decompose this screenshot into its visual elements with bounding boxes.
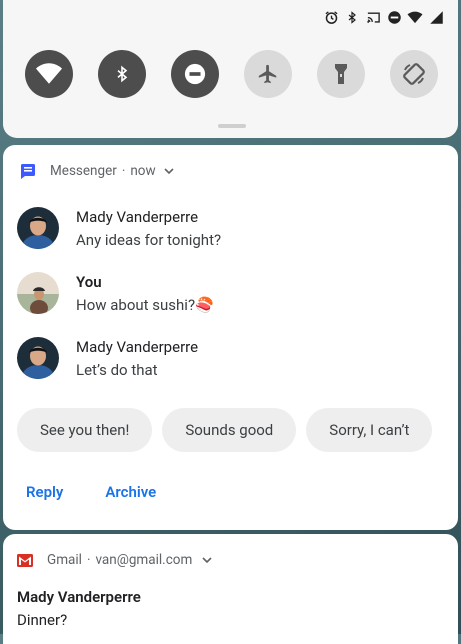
- smart-reply-chip[interactable]: Sounds good: [162, 408, 297, 452]
- notification-header: Gmail · van@gmail.com: [17, 552, 212, 568]
- avatar: [17, 272, 59, 314]
- smart-reply-chip[interactable]: See you then!: [17, 408, 153, 452]
- app-name: Messenger: [50, 163, 117, 179]
- tile-do-not-disturb[interactable]: [171, 50, 219, 98]
- airplane-icon: [258, 64, 277, 84]
- message-item: Mady Vanderperre Any ideas for tonight?: [17, 207, 221, 250]
- flashlight-icon: [335, 64, 347, 84]
- cast-icon: [365, 9, 381, 25]
- wifi-icon: [36, 63, 62, 84]
- rotate-icon: [403, 63, 425, 85]
- dnd-icon: [386, 9, 402, 25]
- message-text: Let’s do that: [76, 361, 158, 379]
- tile-bluetooth[interactable]: [98, 50, 146, 98]
- smart-replies: See you then! Sounds good Sorry, I can’t: [17, 408, 433, 452]
- sender-name: Mady Vanderperre: [17, 588, 141, 606]
- gmail-notification[interactable]: Gmail · van@gmail.com Mady Vanderperre D…: [3, 534, 458, 644]
- notification-actions: Reply Archive: [26, 483, 156, 501]
- quick-settings-panel: [3, 0, 458, 138]
- drag-handle[interactable]: [218, 124, 246, 128]
- message-text: How about sushi?🍣: [76, 296, 214, 314]
- separator: ·: [121, 163, 126, 179]
- archive-button[interactable]: Archive: [105, 483, 156, 501]
- tile-wifi[interactable]: [25, 50, 73, 98]
- tile-flashlight[interactable]: [317, 50, 365, 98]
- separator: ·: [86, 552, 91, 568]
- alarm-icon: [323, 9, 339, 25]
- bluetooth-icon: [117, 65, 128, 83]
- avatar: [17, 207, 59, 249]
- sender-name: Mady Vanderperre: [76, 208, 199, 226]
- gmail-app-icon: [17, 553, 33, 567]
- timestamp: now: [130, 163, 156, 179]
- sender-name: Mady Vanderperre: [76, 338, 199, 356]
- message-item: You How about sushi?🍣: [17, 272, 214, 315]
- message-item: Mady Vanderperre Let’s do that: [17, 337, 198, 380]
- tile-airplane-mode[interactable]: [244, 50, 292, 98]
- quick-settings-tiles: [25, 50, 438, 98]
- app-name: Gmail: [47, 552, 82, 568]
- messenger-app-icon: [20, 163, 36, 179]
- reply-button[interactable]: Reply: [26, 483, 63, 501]
- signal-icon: [428, 9, 444, 25]
- notification-header: Messenger · now: [20, 163, 174, 179]
- avatar: [17, 337, 59, 379]
- sender-name: You: [76, 273, 102, 291]
- chevron-down-icon[interactable]: [164, 167, 174, 175]
- status-icons: [323, 9, 444, 25]
- chevron-down-icon[interactable]: [202, 556, 212, 564]
- message-text: Any ideas for tonight?: [76, 231, 222, 249]
- dnd-icon: [184, 63, 206, 85]
- messenger-notification[interactable]: Messenger · now Mady Vanderperre Any ide…: [3, 145, 458, 530]
- account-email: van@gmail.com: [95, 552, 193, 568]
- smart-reply-chip[interactable]: Sorry, I can’t: [306, 408, 433, 452]
- email-subject: Dinner?: [17, 611, 68, 629]
- tile-auto-rotate[interactable]: [390, 50, 438, 98]
- bluetooth-icon: [344, 9, 360, 25]
- wifi-icon: [407, 9, 423, 25]
